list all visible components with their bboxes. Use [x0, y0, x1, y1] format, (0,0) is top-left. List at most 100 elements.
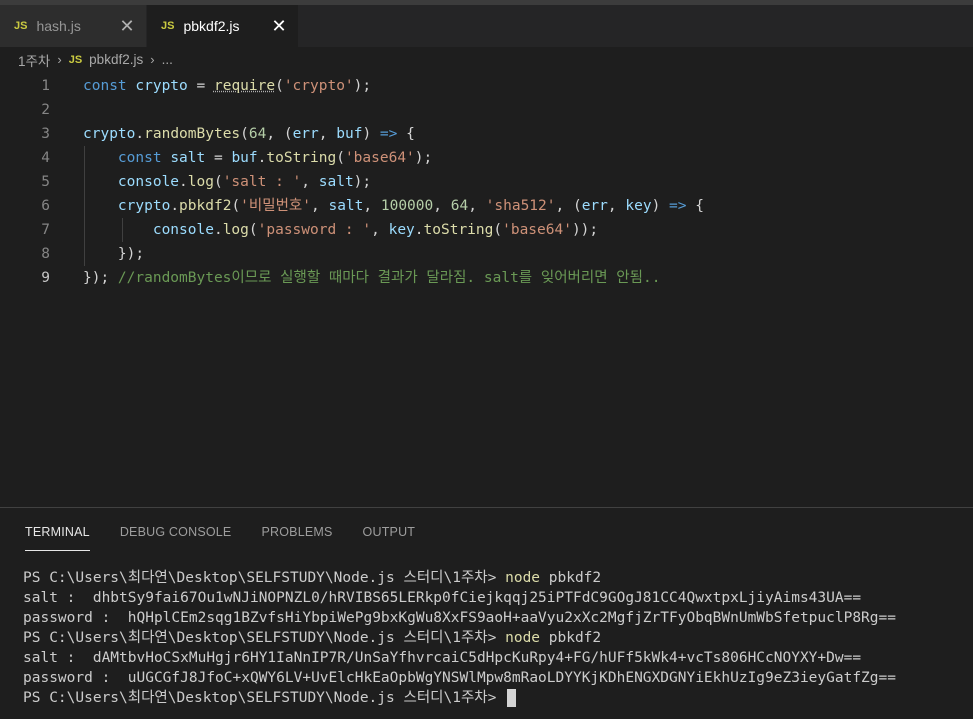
code-token: console — [117, 174, 180, 190]
code-token: = — [205, 150, 232, 166]
code-token: ) — [651, 198, 670, 214]
code-editor[interactable]: 1 const crypto = require('crypto'); 2 3 cryp… — [0, 72, 973, 287]
code-token: . — [213, 222, 223, 238]
tab-problems[interactable]: PROBLEMS — [261, 508, 332, 551]
terminal-output-text: password : hQHplCEm2sqg1BZvfsHiYbpiWePg9… — [23, 610, 896, 626]
code-token: ) — [362, 126, 380, 142]
code-token: ); — [414, 150, 433, 166]
line-number: 5 — [41, 174, 50, 190]
code-token: . — [414, 222, 424, 238]
code-token: key — [388, 222, 415, 238]
terminal-output-text: salt : dAMtbvHoCSxMuHgjr6HY1IaNnIP7R/UnS… — [23, 650, 862, 666]
panel-tab-bar: TERMINAL DEBUG CONSOLE PROBLEMS OUTPUT — [0, 508, 973, 551]
code-token: require — [213, 78, 276, 94]
code-token: //randomBytes이므로 실행할 때마다 결과가 달라짐. salt를 … — [117, 270, 661, 286]
code-token: 'crypto' — [283, 78, 354, 94]
terminal-args: pbkdf2 — [540, 630, 602, 646]
code-text: crypto.randomBytes(64, (err, buf) => { — [83, 122, 415, 146]
tab-output[interactable]: OUTPUT — [363, 508, 416, 551]
code-token: 'base64' — [502, 222, 572, 238]
code-token: { — [397, 126, 415, 142]
breadcrumb-more[interactable]: ... — [162, 52, 173, 67]
breadcrumb-file[interactable]: pbkdf2.js — [89, 52, 143, 67]
tab-debug-console[interactable]: DEBUG CONSOLE — [120, 508, 232, 551]
code-token: ( — [231, 198, 241, 214]
terminal-line: PS C:\Users\최다연\Desktop\SELFSTUDY\Node.j… — [23, 568, 973, 588]
terminal-output-text: password : uUGCGfJ8JfoC+xQWY6LV+UvElcHkE… — [23, 670, 896, 686]
code-token: ); — [353, 78, 372, 94]
code-line[interactable]: 8 }); — [0, 242, 973, 266]
code-token: , — [318, 126, 337, 142]
code-token: , — [468, 198, 486, 214]
terminal-line: PS C:\Users\최다연\Desktop\SELFSTUDY\Node.j… — [23, 688, 973, 708]
tab-terminal[interactable]: TERMINAL — [25, 508, 90, 551]
code-token: randomBytes — [144, 126, 241, 142]
code-token: const — [83, 78, 127, 94]
code-text: }); //randomBytes이므로 실행할 때마다 결과가 달라짐. sa… — [83, 266, 660, 290]
tab-hash-js[interactable]: JS hash.js ✕ — [0, 5, 147, 47]
line-number: 9 — [41, 270, 50, 286]
tab-label: hash.js — [36, 18, 81, 34]
close-icon[interactable]: ✕ — [270, 17, 288, 35]
code-line[interactable]: 2 — [0, 98, 973, 122]
code-token: , ( — [555, 198, 582, 214]
code-token: log — [187, 174, 214, 190]
terminal-line: password : hQHplCEm2sqg1BZvfsHiYbpiWePg9… — [23, 608, 973, 628]
tab-label: pbkdf2.js — [183, 18, 240, 34]
code-line[interactable]: 7 console.log('password : ', key.toStrin… — [0, 218, 973, 242]
code-text: }); — [83, 242, 144, 266]
tab-pbkdf2-js[interactable]: JS pbkdf2.js ✕ — [147, 5, 298, 47]
code-token: . — [179, 174, 188, 190]
code-line[interactable]: 3 crypto.randomBytes(64, (err, buf) => { — [0, 122, 973, 146]
code-token: }); — [83, 270, 118, 286]
code-token: 'base64' — [344, 150, 415, 166]
code-token: crypto — [83, 126, 136, 142]
code-token: 100000 — [380, 198, 434, 214]
terminal-line: password : uUGCGfJ8JfoC+xQWY6LV+UvElcHkE… — [23, 668, 973, 688]
code-token: ( — [213, 174, 223, 190]
code-token: crypto — [135, 78, 188, 94]
code-token: , ( — [266, 126, 293, 142]
code-line[interactable]: 4 const salt = buf.toString('base64'); — [0, 146, 973, 170]
terminal-output[interactable]: PS C:\Users\최다연\Desktop\SELFSTUDY\Node.j… — [0, 551, 973, 708]
code-token: toString — [266, 150, 337, 166]
code-token: , — [371, 222, 389, 238]
code-token: { — [686, 198, 704, 214]
terminal-command: node — [505, 630, 541, 646]
code-token: => — [379, 126, 398, 142]
code-token: , — [301, 174, 319, 190]
code-token: ( — [275, 78, 284, 94]
terminal-line: salt : dAMtbvHoCSxMuHgjr6HY1IaNnIP7R/UnS… — [23, 648, 973, 668]
terminal-args: pbkdf2 — [540, 570, 602, 586]
code-token: key — [625, 198, 652, 214]
code-token: console — [152, 222, 214, 238]
editor-tab-bar: JS hash.js ✕ JS pbkdf2.js ✕ — [0, 5, 973, 47]
code-text: console.log('salt : ', salt); — [83, 170, 371, 194]
breadcrumb-folder[interactable]: 1주차 — [18, 50, 50, 70]
code-line[interactable]: 1 const crypto = require('crypto'); — [0, 74, 973, 98]
code-token: toString — [423, 222, 494, 238]
terminal-prompt: PS C:\Users\최다연\Desktop\SELFSTUDY\Node.j… — [23, 570, 506, 586]
code-line[interactable]: 9}); //randomBytes이므로 실행할 때마다 결과가 달라짐. s… — [0, 266, 973, 290]
code-token: ( — [240, 126, 249, 142]
code-token: ( — [248, 222, 258, 238]
terminal-prompt: PS C:\Users\최다연\Desktop\SELFSTUDY\Node.j… — [23, 690, 506, 706]
code-token: 'sha512' — [485, 198, 556, 214]
code-token: , — [363, 198, 381, 214]
code-token: = — [187, 78, 214, 94]
terminal-output-text: salt : dhbtSy9fai67Ou1wNJiNOPNZL0/hRVIBS… — [23, 590, 862, 606]
close-icon[interactable]: ✕ — [118, 17, 136, 35]
terminal-prompt: PS C:\Users\최다연\Desktop\SELFSTUDY\Node.j… — [23, 630, 506, 646]
code-line[interactable]: 5 console.log('salt : ', salt); — [0, 170, 973, 194]
line-number: 8 — [41, 246, 50, 262]
code-token: 64 — [450, 198, 469, 214]
code-token: , — [311, 198, 329, 214]
terminal-command: node — [505, 570, 541, 586]
code-token: . — [170, 198, 180, 214]
code-line[interactable]: 6 crypto.pbkdf2('비밀번호', salt, 100000, 64… — [0, 194, 973, 218]
code-token: )); — [571, 222, 599, 238]
